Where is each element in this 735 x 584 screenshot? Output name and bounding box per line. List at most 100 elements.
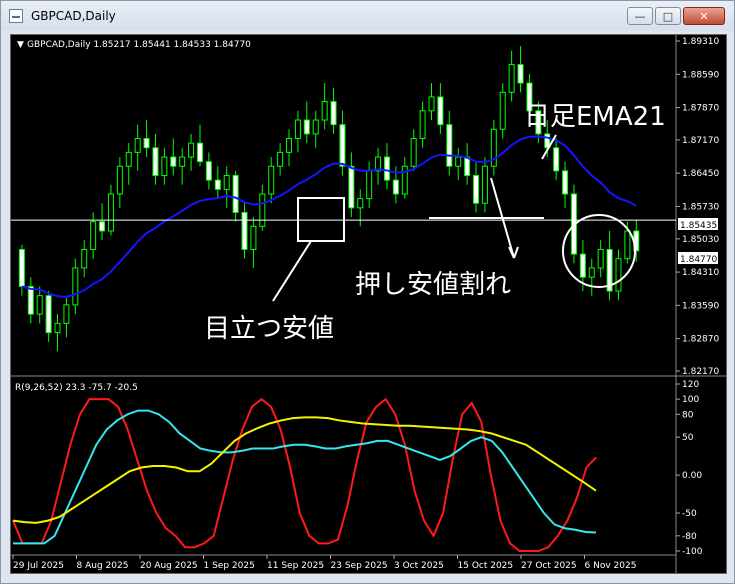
candle-body [366,170,373,200]
candle-body [499,91,506,130]
time-tick-label: 27 Oct 2025 [521,561,577,571]
indicator-series-1 [12,397,597,552]
price-tick-label: 1.89310 [682,37,719,47]
candle-body [597,248,604,269]
time-tick-label: 8 Aug 2025 [77,561,129,571]
candle-body [188,142,195,158]
candle-body [588,267,595,278]
indicator-tick-label: -50 [682,509,697,519]
minimize-icon: — [634,9,646,23]
price-tick-label: 1.86450 [682,169,719,179]
ema21-label: 日足EMA21 [524,102,666,132]
price-tick-label: 1.82170 [682,367,719,377]
candle-body [72,267,79,306]
price-tag-2-text: 1.84770 [680,255,717,265]
candle-body [615,258,622,292]
price-tick-label: 1.83590 [682,301,719,311]
candle-body [179,156,186,167]
candle-body [125,151,132,167]
candle-body [517,64,524,84]
close-button[interactable]: ✕ [683,7,725,25]
candle-body [27,285,34,315]
candle-body [223,174,230,190]
candle-body [45,295,52,334]
collapse-arrow-icon[interactable]: ▼ [17,40,24,50]
candle-body [455,156,462,167]
time-tick-label: 6 Nov 2025 [585,561,637,571]
price-tick-label: 1.87870 [682,104,719,114]
close-icon: ✕ [699,9,709,23]
indicator-tick-label: 100 [682,395,699,405]
candle-body [392,179,399,195]
chart-area[interactable]: 1.89310 1.88590 1.87870 1.87170 1.86450 1.857… [10,34,727,574]
candle-body [232,174,239,213]
price-tag-1: 1.85435 [678,218,718,231]
candle-body [437,96,444,126]
indicator-tick-label: -100 [682,547,703,557]
candle-body [205,161,212,181]
candle-body [81,248,88,269]
candle-body [321,101,328,121]
maximize-button[interactable]: □ [655,7,681,25]
notable-low-box [297,197,345,242]
candle-body [508,64,515,93]
time-tick-label: 15 Oct 2025 [458,561,514,571]
minimize-button[interactable]: — [627,7,653,25]
candle-body [303,119,310,135]
price-axis: 1.89310 1.88590 1.87870 1.87170 1.86450 1.857… [676,37,719,377]
candle-body [473,174,480,204]
time-tick-label: 23 Sep 2025 [331,561,388,571]
candle-body [134,138,141,153]
candle-body [196,142,203,163]
candle-body [312,119,319,135]
candle-body [446,124,453,167]
price-tick-label: 1.87170 [682,136,719,146]
chart-canvas[interactable]: 1.89310 1.88590 1.87870 1.87170 1.86450 1.857… [11,35,726,573]
candle-body [339,124,346,167]
price-tick-label: 1.85030 [682,235,719,245]
candle-body [116,165,123,195]
time-axis: 29 Jul 2025 8 Aug 2025 20 Aug 2025 1 Sep 20… [12,555,637,571]
price-tick-label: 1.82870 [682,335,719,345]
candle-body [250,225,257,250]
indicator-tick-label: 50 [682,433,694,443]
candle-body [579,253,586,278]
candle-body [54,322,61,334]
window-title: GBPCAD,Daily [31,9,116,23]
maximize-icon: □ [662,9,674,23]
candle-body [481,165,488,204]
indicator-tick-label: 120 [682,380,699,390]
price-tick-label: 1.85730 [682,202,719,212]
candle-body [241,211,248,250]
price-tick-label: 1.84310 [682,268,719,278]
ema21-line [21,135,637,298]
price-tag-2: 1.84770 [678,252,718,265]
time-tick-label: 1 Sep 2025 [204,561,255,571]
candle-body [18,248,25,287]
candle-body [99,221,106,232]
indicator-tick-label: 0.00 [682,471,702,481]
candle-body [152,147,159,176]
candle-body [348,165,355,209]
candle-body [214,179,221,190]
indicator-tick-label: -80 [682,532,697,542]
candle-body [383,156,390,181]
candle-body [419,110,426,140]
candle-body [357,198,364,209]
candle-body [330,101,337,126]
indicator-axis: 120 100 80 50 0.00 -50 -80 -100 [676,380,703,557]
price-tag-1-text: 1.85435 [680,221,717,231]
candle-body [553,147,560,172]
candle-body [277,151,284,167]
candle-body [294,119,301,140]
indicator-tick-label: 80 [682,410,694,420]
candle-body [90,221,97,250]
time-tick-label: 29 Jul 2025 [13,561,64,571]
title-bar[interactable]: GBPCAD,Daily — □ ✕ [1,1,734,31]
time-tick-label: 3 Oct 2025 [394,561,444,571]
break-pointer-head-b [513,246,519,259]
indicator-header: R(9,26,52) 23.3 -75.7 -20.5 [15,383,138,393]
candle-body [464,156,471,176]
time-tick-label: 11 Sep 2025 [267,561,324,571]
chart-header: GBPCAD,Daily 1.85217 1.85441 1.84533 1.8… [27,40,251,50]
